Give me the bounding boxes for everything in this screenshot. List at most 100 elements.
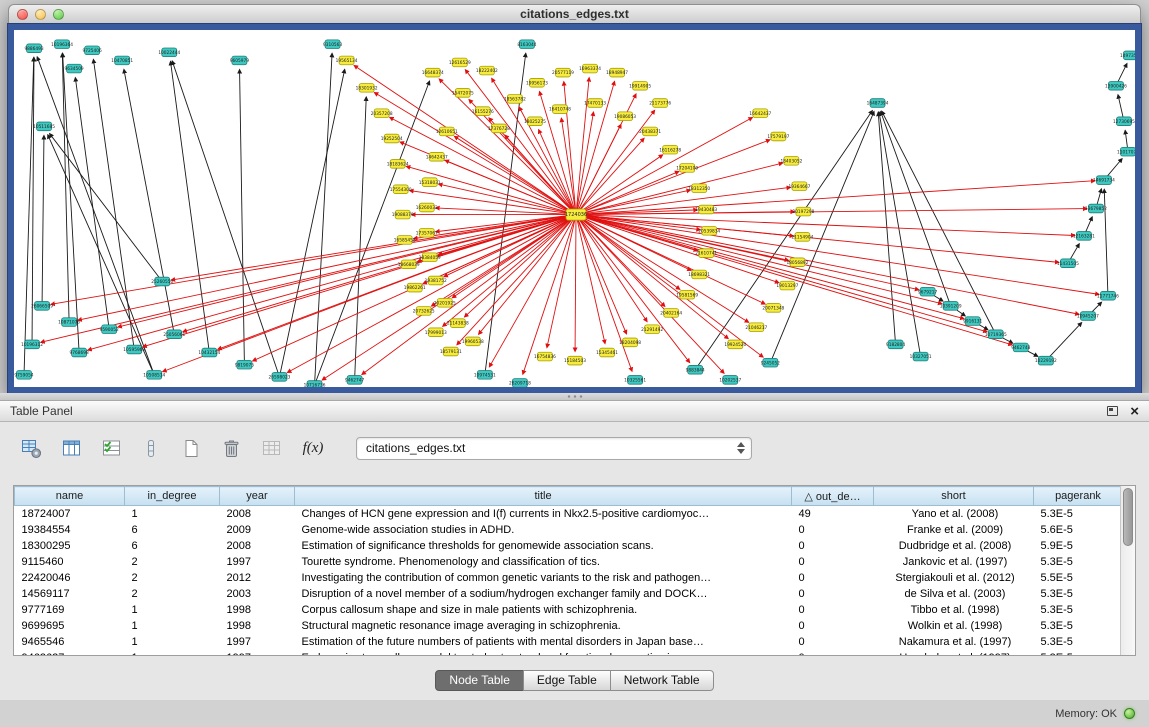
- graph-edge[interactable]: [78, 215, 576, 321]
- cell-name[interactable]: 14569117: [15, 586, 125, 602]
- cell-out_degree[interactable]: 0: [792, 602, 874, 618]
- column-header-year[interactable]: year: [220, 487, 295, 506]
- cell-name[interactable]: 9115460: [15, 554, 125, 570]
- cell-title[interactable]: Estimation of significance thresholds fo…: [295, 538, 792, 554]
- cell-out_degree[interactable]: 0: [792, 618, 874, 634]
- graph-edge[interactable]: [576, 215, 987, 332]
- network-graph[interactable]: 1724036195651341830193220357208192525041…: [14, 30, 1135, 387]
- cell-short[interactable]: de Silva et al. (2003): [874, 586, 1034, 602]
- cell-pagerank[interactable]: 5.3E-5: [1034, 602, 1123, 618]
- graph-edge[interactable]: [576, 215, 1079, 315]
- graph-edge[interactable]: [170, 61, 209, 352]
- cell-short[interactable]: Jankovic et al. (1997): [874, 554, 1034, 570]
- cell-short[interactable]: Tibbo et al. (1998): [874, 602, 1034, 618]
- cell-in_degree[interactable]: 2: [125, 570, 220, 586]
- graph-edge[interactable]: [118, 215, 576, 327]
- table-row[interactable]: 969969511998Structural magnetic resonanc…: [15, 618, 1123, 634]
- cell-short[interactable]: Franke et al. (2009): [874, 522, 1034, 538]
- cell-pagerank[interactable]: 5.3E-5: [1034, 650, 1123, 657]
- cell-in_degree[interactable]: 1: [125, 650, 220, 657]
- cell-name[interactable]: 19384554: [15, 522, 125, 538]
- graph-edge[interactable]: [62, 53, 69, 322]
- cell-out_degree[interactable]: 0: [792, 522, 874, 538]
- row-height-button[interactable]: [136, 433, 166, 463]
- cell-out_degree[interactable]: 0: [792, 634, 874, 650]
- cell-name[interactable]: 9465546: [15, 634, 125, 650]
- cell-year[interactable]: 1997: [220, 650, 295, 657]
- float-panel-icon[interactable]: [1107, 406, 1118, 416]
- cell-short[interactable]: Nakamura et al. (1997): [874, 634, 1034, 650]
- show-columns-button[interactable]: [56, 433, 86, 463]
- cell-pagerank[interactable]: 5.3E-5: [1034, 618, 1123, 634]
- cell-name[interactable]: 18300295: [15, 538, 125, 554]
- cell-title[interactable]: Disruption of a novel member of a sodium…: [295, 586, 792, 602]
- cell-year[interactable]: 1997: [220, 554, 295, 570]
- column-header-in_degree[interactable]: in_degree: [125, 487, 220, 506]
- graph-edge[interactable]: [75, 78, 109, 330]
- cell-out_degree[interactable]: 0: [792, 650, 874, 657]
- window-titlebar[interactable]: citations_edges.txt: [8, 4, 1141, 24]
- graph-edge[interactable]: [457, 215, 576, 345]
- cell-title[interactable]: Investigating the contribution of common…: [295, 570, 792, 586]
- graph-edge[interactable]: [445, 160, 576, 214]
- graph-edge[interactable]: [63, 53, 80, 352]
- delete-column-button[interactable]: [216, 433, 246, 463]
- cell-year[interactable]: 2008: [220, 538, 295, 554]
- table-selector-dropdown[interactable]: citations_edges.txt: [356, 437, 752, 460]
- graph-edge[interactable]: [41, 215, 576, 343]
- cell-year[interactable]: 2012: [220, 570, 295, 586]
- cell-title[interactable]: Embryonic stem cells: a model to study s…: [295, 650, 792, 657]
- cell-year[interactable]: 1998: [220, 602, 295, 618]
- close-window-button[interactable]: [17, 9, 28, 20]
- cell-name[interactable]: 18724007: [15, 506, 125, 522]
- cell-title[interactable]: Changes of HCN gene expression and I(f) …: [295, 506, 792, 522]
- cell-pagerank[interactable]: 5.3E-5: [1034, 506, 1123, 522]
- graph-edge[interactable]: [1104, 189, 1108, 295]
- function-builder-button[interactable]: f(x): [296, 433, 330, 463]
- graph-edge[interactable]: [390, 117, 576, 214]
- graph-edge[interactable]: [575, 215, 576, 352]
- select-rows-button[interactable]: [96, 433, 126, 463]
- column-header-title[interactable]: title: [295, 487, 792, 506]
- tab-network-table[interactable]: Network Table: [610, 670, 714, 691]
- cell-out_degree[interactable]: 0: [792, 554, 874, 570]
- divider-grip-icon[interactable]: [566, 395, 584, 398]
- graph-edge[interactable]: [355, 97, 367, 380]
- cell-out_degree[interactable]: 0: [792, 538, 874, 554]
- graph-edge[interactable]: [576, 215, 749, 323]
- minimize-window-button[interactable]: [35, 9, 46, 20]
- cell-pagerank[interactable]: 5.5E-5: [1034, 570, 1123, 586]
- graph-edge[interactable]: [172, 61, 279, 377]
- cell-out_degree[interactable]: 49: [792, 506, 874, 522]
- cell-short[interactable]: Stergiakouli et al. (2012): [874, 570, 1034, 586]
- scrollbar-thumb[interactable]: [1123, 488, 1133, 546]
- table-row[interactable]: 1872400712008Changes of HCN gene express…: [15, 506, 1123, 522]
- graph-edge[interactable]: [240, 70, 245, 365]
- cell-in_degree[interactable]: 1: [125, 506, 220, 522]
- graph-edge[interactable]: [163, 215, 576, 372]
- table-row[interactable]: 911546021997Tourette syndrome. Phenomeno…: [15, 554, 1123, 570]
- cell-in_degree[interactable]: 2: [125, 586, 220, 602]
- graph-edge[interactable]: [576, 138, 644, 214]
- cell-title[interactable]: Corpus callosum shape and size in male p…: [295, 602, 792, 618]
- graph-edge[interactable]: [315, 81, 430, 385]
- cell-year[interactable]: 2008: [220, 506, 295, 522]
- cell-in_degree[interactable]: 1: [125, 618, 220, 634]
- tab-node-table[interactable]: Node Table: [435, 670, 524, 691]
- table-scrollbar[interactable]: [1120, 486, 1135, 655]
- graph-edge[interactable]: [51, 215, 576, 305]
- cell-pagerank[interactable]: 5.3E-5: [1034, 554, 1123, 570]
- cell-out_degree[interactable]: 0: [792, 586, 874, 602]
- column-header-name[interactable]: name: [15, 487, 125, 506]
- import-table-button[interactable]: [256, 433, 286, 463]
- table-row[interactable]: 946362711997Embryonic stem cells: a mode…: [15, 650, 1123, 657]
- cell-title[interactable]: Estimation of the future numbers of pati…: [295, 634, 792, 650]
- graph-edge[interactable]: [879, 112, 921, 357]
- cell-name[interactable]: 9699695: [15, 618, 125, 634]
- graph-edge[interactable]: [37, 57, 154, 375]
- cell-title[interactable]: Tourette syndrome. Phenomenology and cla…: [295, 554, 792, 570]
- close-panel-icon[interactable]: ×: [1130, 404, 1139, 419]
- table-row[interactable]: 1830029562008Estimation of significance …: [15, 538, 1123, 554]
- cell-short[interactable]: Hescheler et al. (1997): [874, 650, 1034, 657]
- graph-edge[interactable]: [576, 78, 589, 215]
